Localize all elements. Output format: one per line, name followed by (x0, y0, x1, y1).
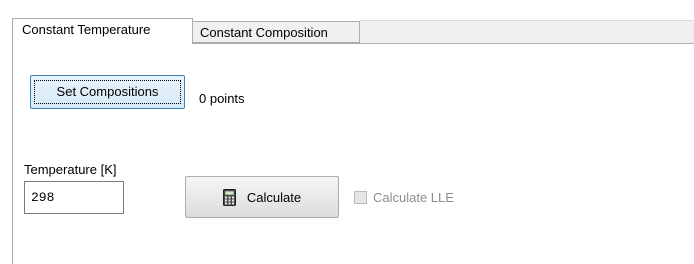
calculate-lle-checkbox[interactable] (354, 190, 367, 204)
points-count-label: 0 points (199, 91, 245, 106)
tab-constant-temperature-label: Constant Temperature (22, 22, 151, 37)
calculate-lle-label: Calculate LLE (373, 189, 454, 205)
calculate-button[interactable]: Calculate (185, 176, 339, 218)
temperature-label: Temperature [K] (24, 162, 117, 177)
tab-strip: Constant Temperature Constant Compositio… (0, 0, 694, 44)
tab-constant-temperature[interactable]: Constant Temperature (12, 18, 193, 44)
tab-constant-composition[interactable]: Constant Composition (193, 21, 360, 43)
temperature-input[interactable] (24, 181, 124, 214)
calculate-lle-option[interactable]: Calculate LLE (354, 188, 454, 206)
tab-constant-composition-label: Constant Composition (200, 25, 328, 40)
calculator-icon (222, 188, 236, 206)
tab-strip-background (360, 20, 694, 43)
set-compositions-button[interactable]: Set Compositions (30, 75, 185, 109)
set-compositions-button-label: Set Compositions (34, 80, 181, 104)
calculate-button-content: Calculate (186, 177, 338, 217)
calculate-button-label: Calculate (246, 189, 302, 205)
